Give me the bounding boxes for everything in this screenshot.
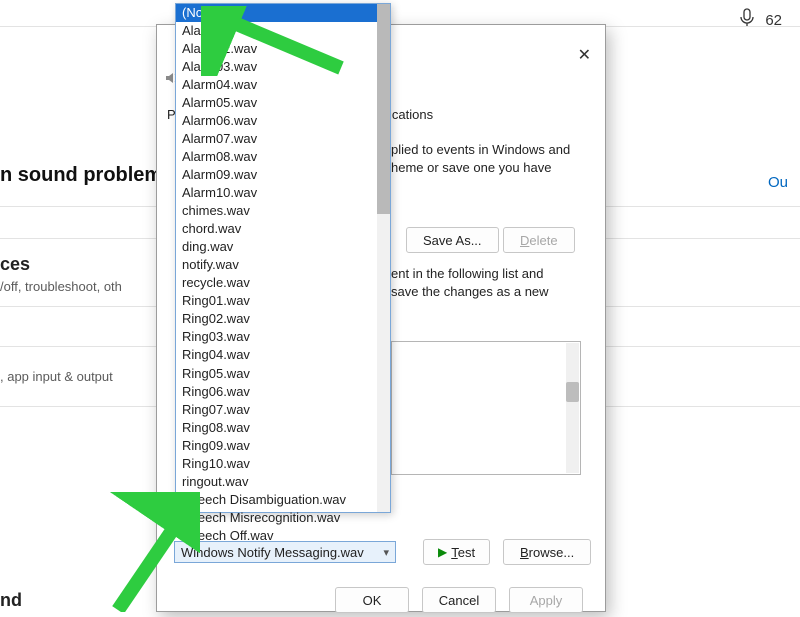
play-icon: ▶ xyxy=(438,545,447,559)
save-as-button[interactable]: Save As... xyxy=(406,227,499,253)
dropdown-item[interactable]: Ring07.wav xyxy=(176,401,390,419)
dropdown-item[interactable]: recycle.wav xyxy=(176,274,390,292)
dropdown-item[interactable]: notify.wav xyxy=(176,256,390,274)
test-label: Test xyxy=(451,545,475,560)
delete-button: Delete xyxy=(503,227,575,253)
dropdown-item[interactable]: Ring03.wav xyxy=(176,329,390,347)
desc1-line1: plied to events in Windows and xyxy=(391,142,570,157)
sound-dropdown-value: Windows Notify Messaging.wav xyxy=(181,545,364,560)
tab-communications[interactable]: ications xyxy=(389,107,433,122)
dropdown-item[interactable]: Ring01.wav xyxy=(176,293,390,311)
dropdown-item[interactable]: Ring04.wav xyxy=(176,347,390,365)
dropdown-item[interactable]: Speech Off.wav xyxy=(176,527,390,545)
desc2-line1: ent in the following list and xyxy=(391,266,543,281)
dropdown-item[interactable]: Ring02.wav xyxy=(176,311,390,329)
section-subtext: /off, troubleshoot, oth xyxy=(0,279,122,294)
section-heading: ces xyxy=(0,254,30,275)
dropdown-item[interactable]: Ring06.wav xyxy=(176,383,390,401)
mic-icon[interactable] xyxy=(739,8,755,32)
dropdown-scrollbar-thumb[interactable] xyxy=(377,4,390,214)
sound-dropdown-list[interactable]: (None)Alarm01.Alarm02.wavAlarm03.wavAlar… xyxy=(175,3,391,513)
delete-accel: D xyxy=(520,233,529,248)
topbar: 62 xyxy=(739,8,782,32)
section-row-text: , app input & output xyxy=(0,369,113,384)
close-button[interactable]: ✕ xyxy=(578,45,591,65)
dropdown-item[interactable]: Alarm04.wav xyxy=(176,76,390,94)
delete-rest: elete xyxy=(529,233,557,248)
dropdown-item[interactable]: Alarm06.wav xyxy=(176,112,390,130)
dropdown-item[interactable]: Ring08.wav xyxy=(176,419,390,437)
dropdown-item[interactable]: Speech Disambiguation.wav xyxy=(176,491,390,509)
dropdown-item[interactable]: ringout.wav xyxy=(176,473,390,491)
dropdown-item[interactable]: Alarm07.wav xyxy=(176,130,390,148)
dropdown-item[interactable]: Alarm10.wav xyxy=(176,184,390,202)
dropdown-item[interactable]: Ring05.wav xyxy=(176,365,390,383)
apply-button: Apply xyxy=(509,587,583,613)
bottom-cut-text: nd xyxy=(0,590,22,611)
dropdown-item[interactable]: Alarm01. xyxy=(176,22,390,40)
dialog-desc2: ent in the following list and save the c… xyxy=(391,265,597,300)
page-heading: n sound problems xyxy=(0,164,173,187)
chevron-down-icon: ▾ xyxy=(383,546,389,559)
dropdown-item[interactable]: chord.wav xyxy=(176,220,390,238)
dropdown-item[interactable]: (None) xyxy=(176,4,390,22)
dropdown-item[interactable]: Ring10.wav xyxy=(176,455,390,473)
scrollbar-thumb[interactable] xyxy=(566,382,579,402)
browse-button[interactable]: Browse... xyxy=(503,539,591,565)
scrollbar-track[interactable] xyxy=(566,343,579,473)
dropdown-item[interactable]: chimes.wav xyxy=(176,202,390,220)
dropdown-item[interactable]: Alarm05.wav xyxy=(176,94,390,112)
dropdown-item[interactable]: Alarm08.wav xyxy=(176,148,390,166)
dropdown-item[interactable]: ding.wav xyxy=(176,238,390,256)
dropdown-item[interactable]: Alarm02.wav xyxy=(176,40,390,58)
dropdown-item[interactable]: Alarm09.wav xyxy=(176,166,390,184)
right-link[interactable]: Ou xyxy=(768,174,788,191)
ok-button[interactable]: OK xyxy=(335,587,409,613)
cancel-button[interactable]: Cancel xyxy=(422,587,496,613)
program-events-list[interactable] xyxy=(391,341,581,475)
dropdown-items-container: (None)Alarm01.Alarm02.wavAlarm03.wavAlar… xyxy=(176,4,390,545)
dropdown-item[interactable]: Alarm03.wav xyxy=(176,58,390,76)
desc1-line2: heme or save one you have xyxy=(391,160,551,175)
desc2-line2: save the changes as a new xyxy=(391,284,549,299)
dialog-desc1: plied to events in Windows and heme or s… xyxy=(391,141,593,176)
dropdown-item[interactable]: Speech Misrecognition.wav xyxy=(176,509,390,527)
test-button[interactable]: ▶ Test xyxy=(423,539,490,565)
dropdown-item[interactable]: Ring09.wav xyxy=(176,437,390,455)
browse-label: Browse... xyxy=(520,545,574,560)
